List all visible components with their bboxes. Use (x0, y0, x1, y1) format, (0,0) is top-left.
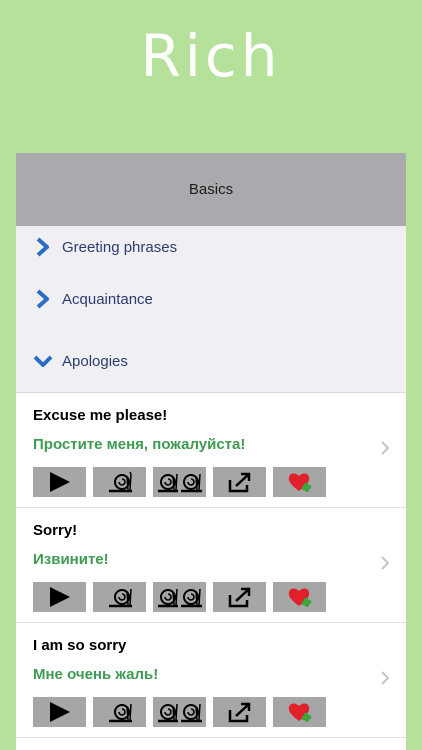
slow-snail-icon (108, 471, 132, 493)
play-icon (49, 472, 70, 492)
play-very-slow-button[interactable] (153, 582, 206, 612)
play-very-slow-button[interactable] (153, 697, 206, 727)
action-buttons (33, 697, 333, 727)
slow-snail-icon (108, 588, 132, 608)
favorite-heart-icon (288, 703, 311, 722)
play-slow-button[interactable] (93, 467, 146, 497)
very-slow-snails-icon (157, 588, 202, 608)
chevron-right-icon (32, 236, 54, 258)
hero-banner: Rich (0, 0, 422, 153)
chevron-down-icon (32, 350, 54, 372)
share-icon (228, 587, 250, 608)
favorite-button[interactable] (273, 582, 326, 612)
play-button[interactable] (33, 697, 86, 727)
chevron-right-icon[interactable] (378, 439, 392, 457)
app-title: Rich (140, 22, 282, 90)
category-apologies[interactable]: Apologies (16, 330, 406, 392)
play-slow-button[interactable] (93, 582, 146, 612)
section-header: Basics (16, 153, 406, 226)
very-slow-snails-icon (157, 473, 202, 493)
action-buttons (33, 582, 333, 612)
share-button[interactable] (213, 697, 266, 727)
category-list: Greeting phrases Acquaintance Apologies (16, 226, 406, 392)
phrase-russian: Мне очень жаль! (33, 666, 159, 683)
share-button[interactable] (213, 467, 266, 497)
share-button[interactable] (213, 582, 266, 612)
very-slow-snails-icon (157, 703, 202, 723)
play-button[interactable] (33, 582, 86, 612)
share-icon (228, 472, 250, 493)
favorite-heart-icon (288, 473, 311, 492)
play-icon (49, 702, 70, 722)
phrasebook-panel: Basics Greeting phrases Acquaintance Apo… (16, 153, 406, 750)
phrase-row[interactable]: Excuse me please! Простите меня, пожалуй… (16, 393, 406, 508)
play-icon (49, 587, 70, 607)
favorite-heart-icon (288, 588, 311, 607)
phrase-english: I am so sorry (33, 637, 127, 654)
phrase-russian: Простите меня, пожалуйста! (33, 436, 246, 453)
share-icon (228, 702, 250, 723)
phrase-english: Sorry! (33, 522, 78, 539)
category-acquaintance[interactable]: Acquaintance (16, 268, 406, 330)
play-button[interactable] (33, 467, 86, 497)
category-greeting-phrases[interactable]: Greeting phrases (16, 226, 406, 268)
category-label: Greeting phrases (62, 238, 178, 256)
phrase-english: Excuse me please! (33, 407, 168, 424)
favorite-button[interactable] (273, 467, 326, 497)
chevron-right-icon[interactable] (378, 554, 392, 572)
slow-snail-icon (108, 703, 132, 723)
chevron-right-icon[interactable] (378, 669, 392, 687)
phrase-row[interactable]: Sorry! Извините! (16, 508, 406, 623)
phrase-row[interactable]: I am so sorry Мне очень жаль! (16, 623, 406, 738)
phrase-russian: Извините! (33, 551, 109, 568)
chevron-right-icon (32, 288, 54, 310)
action-buttons (33, 467, 333, 497)
section-title: Basics (188, 181, 234, 198)
play-slow-button[interactable] (93, 697, 146, 727)
play-very-slow-button[interactable] (153, 467, 206, 497)
favorite-button[interactable] (273, 697, 326, 727)
phrase-list: Excuse me please! Простите меня, пожалуй… (16, 392, 406, 738)
category-label: Acquaintance (62, 290, 153, 308)
category-label: Apologies (62, 352, 128, 370)
